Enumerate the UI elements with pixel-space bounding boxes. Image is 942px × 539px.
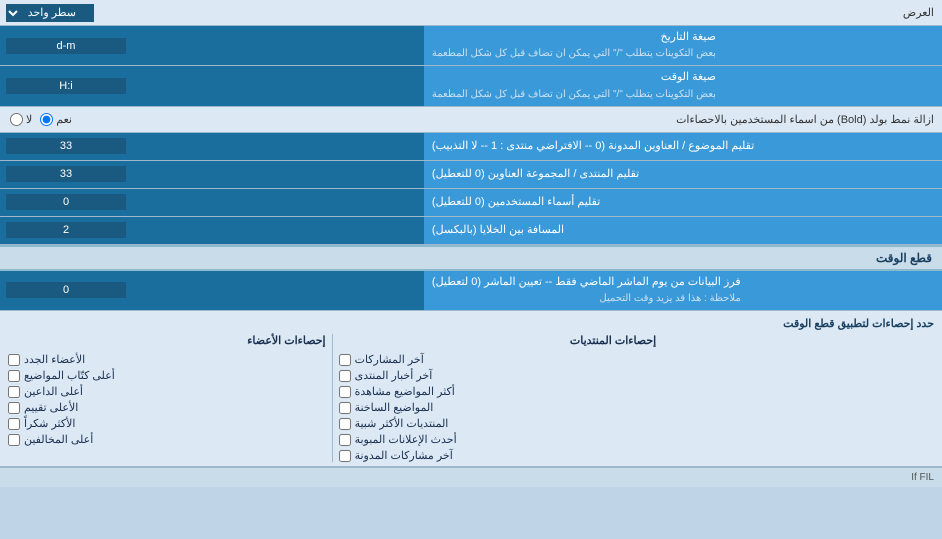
forum-headings-row: تقليم المنتدى / المجموعة العناوين (0 للت… <box>0 161 942 189</box>
radio-yes-label: نعم <box>56 113 72 126</box>
display-row: العرض سطر واحدسطرينثلاثة أسطر <box>0 0 942 26</box>
stat-member-check-2[interactable] <box>8 386 20 398</box>
stats-empty-col <box>656 334 934 462</box>
stat-member-2: أعلى الداعين <box>8 385 326 398</box>
stat-label-5: أحدث الإعلانات المبوبة <box>355 433 457 446</box>
stat-member-label-3: الأعلى تقييم <box>24 401 78 414</box>
cutoff-label: فرز البيانات من يوم الماشر الماضي فقط --… <box>424 271 942 310</box>
stat-member-4: الأكثر شكراً <box>8 417 326 430</box>
stat-check-1[interactable] <box>339 370 351 382</box>
bottom-note-text: If FIL <box>911 472 934 483</box>
stat-member-check-1[interactable] <box>8 370 20 382</box>
stat-member-check-5[interactable] <box>8 434 20 446</box>
stat-check-2[interactable] <box>339 386 351 398</box>
stat-check-4[interactable] <box>339 418 351 430</box>
topics-headings-row: تقليم الموضوع / العناوين المدونة (0 -- ا… <box>0 133 942 161</box>
main-container: العرض سطر واحدسطرينثلاثة أسطر صيغة التار… <box>0 0 942 487</box>
stat-label-3: المواضيع الساخنة <box>355 401 434 414</box>
time-format-input-cell <box>0 66 424 105</box>
radio-yes: نعم <box>40 113 72 126</box>
radio-no-input[interactable] <box>10 113 23 126</box>
stat-member-5: أعلى المخالفين <box>8 433 326 446</box>
stats-col-forums: إحصاءات المنتديات آخر المشاركات آخر أخبا… <box>339 334 657 462</box>
usernames-input[interactable] <box>6 194 126 210</box>
display-select[interactable]: سطر واحدسطرينثلاثة أسطر <box>6 4 94 22</box>
stat-label-6: آخر مشاركات المدونة <box>355 449 453 462</box>
cell-spacing-row: المسافة بين الخلايا (بالبكسل) <box>0 217 942 245</box>
stat-member-label-1: أعلى كتّاب المواضيع <box>24 369 115 382</box>
stat-member-3: الأعلى تقييم <box>8 401 326 414</box>
stat-item-3: المواضيع الساخنة <box>339 401 657 414</box>
usernames-row: تقليم أسماء المستخدمين (0 للتعطيل) <box>0 189 942 217</box>
cell-spacing-input[interactable] <box>6 222 126 238</box>
forum-headings-label: تقليم المنتدى / المجموعة العناوين (0 للت… <box>424 161 942 188</box>
stat-member-check-0[interactable] <box>8 354 20 366</box>
stats-col-forums-title: إحصاءات المنتديات <box>339 334 657 347</box>
stat-label-1: آخر أخبار المنتدى <box>355 369 433 382</box>
bold-remove-label: ازالة نمط بولد (Bold) من اسماء المستخدمي… <box>424 110 942 129</box>
topics-headings-input-cell <box>0 133 424 160</box>
usernames-input-cell <box>0 189 424 216</box>
stat-item-1: آخر أخبار المنتدى <box>339 369 657 382</box>
bold-remove-row: ازالة نمط بولد (Bold) من اسماء المستخدمي… <box>0 107 942 133</box>
forum-headings-input-cell <box>0 161 424 188</box>
stat-check-3[interactable] <box>339 402 351 414</box>
stats-header: حدد إحصاءات لتطبيق قطع الوقت <box>8 317 934 330</box>
stat-item-5: أحدث الإعلانات المبوبة <box>339 433 657 446</box>
stat-label-4: المنتديات الأكثر شبية <box>355 417 449 430</box>
bold-remove-options: نعم لا <box>0 110 424 129</box>
cutoff-row: فرز البيانات من يوم الماشر الماضي فقط --… <box>0 271 942 311</box>
usernames-label: تقليم أسماء المستخدمين (0 للتعطيل) <box>424 189 942 216</box>
date-format-input[interactable] <box>6 38 126 54</box>
stat-item-2: أكثر المواضيع مشاهدة <box>339 385 657 398</box>
time-format-input[interactable] <box>6 78 126 94</box>
display-select-cell: سطر واحدسطرينثلاثة أسطر <box>0 2 424 24</box>
cell-spacing-input-cell <box>0 217 424 244</box>
stat-check-6[interactable] <box>339 450 351 462</box>
radio-no: لا <box>10 113 32 126</box>
stat-member-check-3[interactable] <box>8 402 20 414</box>
stat-item-6: آخر مشاركات المدونة <box>339 449 657 462</box>
date-format-input-cell <box>0 26 424 65</box>
stat-member-0: الأعضاء الجدد <box>8 353 326 366</box>
stat-member-label-0: الأعضاء الجدد <box>24 353 85 366</box>
stats-grid: إحصاءات المنتديات آخر المشاركات آخر أخبا… <box>8 334 934 462</box>
topics-headings-input[interactable] <box>6 138 126 154</box>
stat-label-0: آخر المشاركات <box>355 353 424 366</box>
cutoff-input[interactable] <box>6 282 126 298</box>
cutoff-input-cell <box>0 271 424 310</box>
stat-member-1: أعلى كتّاب المواضيع <box>8 369 326 382</box>
stats-col-members: إحصاءات الأعضاء الأعضاء الجدد أعلى كتّاب… <box>8 334 326 462</box>
stat-check-0[interactable] <box>339 354 351 366</box>
topics-headings-label: تقليم الموضوع / العناوين المدونة (0 -- ا… <box>424 133 942 160</box>
stat-member-check-4[interactable] <box>8 418 20 430</box>
time-format-row: صيغة الوقت بعض التكوينات يتطلب "/" التي … <box>0 66 942 106</box>
cutoff-section-header: قطع الوقت <box>0 245 942 271</box>
bottom-note: If FIL <box>0 467 942 487</box>
stat-item-4: المنتديات الأكثر شبية <box>339 417 657 430</box>
cell-spacing-label: المسافة بين الخلايا (بالبكسل) <box>424 217 942 244</box>
stat-member-label-2: أعلى الداعين <box>24 385 83 398</box>
col-separator <box>332 334 333 462</box>
stat-member-label-4: الأكثر شكراً <box>24 417 75 430</box>
time-format-label: صيغة الوقت بعض التكوينات يتطلب "/" التي … <box>424 66 942 105</box>
forum-headings-input[interactable] <box>6 166 126 182</box>
stat-member-label-5: أعلى المخالفين <box>24 433 93 446</box>
radio-yes-input[interactable] <box>40 113 53 126</box>
radio-no-label: لا <box>26 113 32 126</box>
display-label: العرض <box>424 3 942 22</box>
stat-item-0: آخر المشاركات <box>339 353 657 366</box>
date-format-row: صيغة التاريخ بعض التكوينات يتطلب "/" الت… <box>0 26 942 66</box>
stats-col-members-title: إحصاءات الأعضاء <box>8 334 326 347</box>
stats-section: حدد إحصاءات لتطبيق قطع الوقت إحصاءات الم… <box>0 311 942 467</box>
stat-check-5[interactable] <box>339 434 351 446</box>
date-format-label: صيغة التاريخ بعض التكوينات يتطلب "/" الت… <box>424 26 942 65</box>
stat-label-2: أكثر المواضيع مشاهدة <box>355 385 455 398</box>
